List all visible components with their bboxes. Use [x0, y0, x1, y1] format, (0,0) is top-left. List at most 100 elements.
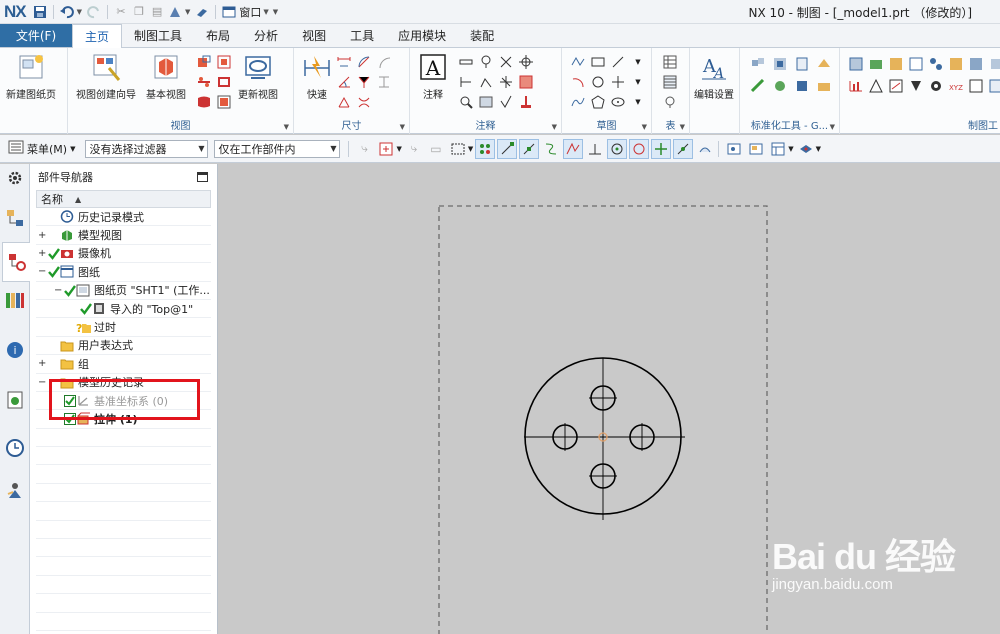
reuse-library-icon[interactable]	[5, 290, 25, 310]
tab-applications[interactable]: 应用模块	[386, 24, 458, 47]
curve-rule-icon[interactable]	[376, 139, 396, 159]
datum-target-icon[interactable]	[478, 74, 494, 90]
dt-15-icon[interactable]	[968, 78, 984, 94]
linear-dim-icon[interactable]	[336, 54, 352, 70]
arc-icon[interactable]	[570, 74, 586, 90]
rectangle-select-icon[interactable]	[448, 139, 468, 159]
dt-13-icon[interactable]	[928, 78, 944, 94]
dt-6-icon[interactable]	[948, 56, 964, 72]
detail-view-icon[interactable]	[216, 54, 232, 70]
target-point-icon[interactable]	[518, 54, 534, 70]
sketch-more-icon[interactable]: ▼	[630, 54, 646, 70]
sheet-list-icon[interactable]	[746, 139, 766, 159]
dt-9-icon[interactable]	[848, 78, 864, 94]
break-view-icon[interactable]	[216, 74, 232, 90]
sketch-more2-icon[interactable]: ▼	[630, 74, 646, 90]
tab-layout[interactable]: 布局	[194, 24, 242, 47]
save-icon[interactable]	[32, 4, 48, 20]
update-view-button[interactable]: 更新视图	[238, 52, 278, 101]
tab-home[interactable]: 主页	[72, 24, 123, 48]
menu-button[interactable]: 菜单(M) ▼	[0, 140, 79, 157]
tab-analysis[interactable]: 分析	[242, 24, 290, 47]
std-tool-4-icon[interactable]	[816, 56, 832, 72]
copy-icon[interactable]: ❐	[131, 4, 147, 20]
touch-dropdown-icon[interactable]: ▼	[185, 8, 190, 16]
history-clock-icon[interactable]	[5, 438, 25, 458]
tree-row[interactable]: + 组	[36, 355, 211, 374]
chamfer-dim-icon[interactable]	[356, 74, 372, 90]
expand-icon[interactable]: +	[38, 358, 46, 369]
surface-finish-icon[interactable]	[498, 94, 514, 110]
circle-icon[interactable]	[590, 74, 606, 90]
cross-icon[interactable]	[498, 54, 514, 70]
point-on-curve-icon[interactable]	[673, 138, 694, 159]
visibility-checkbox[interactable]	[80, 303, 92, 316]
part-navigator-icon[interactable]	[2, 242, 31, 282]
dt-12-icon[interactable]	[908, 78, 924, 94]
general-selection-icon[interactable]: ⤷	[354, 139, 374, 159]
new-sheet-button[interactable]: 新建图纸页	[6, 52, 56, 101]
expand-icon[interactable]: +	[38, 248, 46, 259]
feature-select-icon[interactable]: ⤷	[404, 139, 424, 159]
show-hide-icon[interactable]	[796, 139, 816, 159]
dt-4-icon[interactable]	[908, 56, 924, 72]
profile-icon[interactable]	[570, 54, 586, 70]
std-tool-5-icon[interactable]	[750, 78, 766, 94]
layout-icon[interactable]	[768, 139, 788, 159]
control-point-icon[interactable]	[541, 139, 561, 159]
column-header-name[interactable]: 名称 ▲	[36, 190, 211, 208]
broken-out-icon[interactable]	[196, 94, 212, 110]
parts-list-icon[interactable]	[662, 74, 678, 90]
tab-drafting-tools[interactable]: 制图工具	[122, 24, 194, 47]
intersection-icon[interactable]	[563, 138, 584, 159]
collapse-icon[interactable]: −	[38, 377, 46, 388]
tab-view[interactable]: 视图	[290, 24, 338, 47]
view-boundary-icon[interactable]	[216, 94, 232, 110]
undo-dropdown-icon[interactable]: ▼	[77, 8, 82, 16]
tree-row[interactable]: − 图纸	[36, 263, 211, 282]
std-tool-8-icon[interactable]	[816, 78, 832, 94]
touch-mode-icon[interactable]	[167, 4, 183, 20]
curve-rule-dropdown-icon[interactable]: ▼	[396, 145, 401, 153]
std-tool-2-icon[interactable]	[772, 56, 788, 72]
scope-select[interactable]: 仅在工作部件内 ▼	[214, 139, 341, 158]
repeat-command-icon[interactable]	[194, 4, 210, 20]
dt-11-icon[interactable]	[888, 78, 904, 94]
perpendicular-icon[interactable]	[585, 139, 605, 159]
std-tool-1-icon[interactable]	[750, 56, 766, 72]
tree-row[interactable]: + 摄像机	[36, 245, 211, 264]
rapid-dimension-button[interactable]: 快速	[302, 52, 332, 101]
type-filter-select[interactable]: 没有选择过滤器 ▼	[85, 139, 209, 158]
dt-5-icon[interactable]	[928, 56, 944, 72]
balloon-icon[interactable]	[518, 94, 534, 110]
hd3d-tools-icon[interactable]: i	[5, 340, 25, 360]
feature-control-icon[interactable]	[458, 54, 474, 70]
weld-symbol-icon[interactable]	[498, 74, 514, 90]
dt-8-icon[interactable]	[988, 56, 1000, 72]
table-group-more-icon[interactable]: ▼	[680, 123, 685, 131]
settings-gear-icon[interactable]	[5, 168, 25, 188]
tree-row[interactable]: ? 过时	[36, 318, 211, 337]
undo-icon[interactable]	[59, 4, 75, 20]
xyz-icon[interactable]: XYZ	[948, 78, 964, 94]
dt-16-icon[interactable]	[988, 78, 1000, 94]
visibility-checkbox[interactable]	[64, 285, 76, 297]
view-list-icon[interactable]	[724, 139, 744, 159]
sheet-select-icon[interactable]: ▭	[426, 139, 446, 159]
datum-feature-icon[interactable]	[478, 54, 494, 70]
show-hide-dropdown-icon[interactable]: ▼	[816, 145, 821, 153]
std-tool-6-icon[interactable]	[772, 78, 788, 94]
dt-7-icon[interactable]	[968, 56, 984, 72]
customize-qa-icon[interactable]: ▼	[273, 8, 278, 16]
dt-2-icon[interactable]	[868, 56, 884, 72]
collapse-icon[interactable]: −	[38, 266, 46, 277]
roles-icon[interactable]	[5, 480, 25, 500]
edit-settings-button[interactable]: AA 编辑设置	[694, 52, 734, 101]
auto-balloon-icon[interactable]	[662, 94, 678, 110]
thickness-dim-icon[interactable]	[376, 74, 392, 90]
mid-point-icon[interactable]	[519, 138, 540, 159]
arc-length-icon[interactable]	[376, 54, 392, 70]
window-dropdown-icon[interactable]: ▼	[263, 8, 268, 16]
annotation-group-more-icon[interactable]: ▼	[552, 123, 557, 131]
studio-spline-icon[interactable]	[570, 94, 586, 110]
